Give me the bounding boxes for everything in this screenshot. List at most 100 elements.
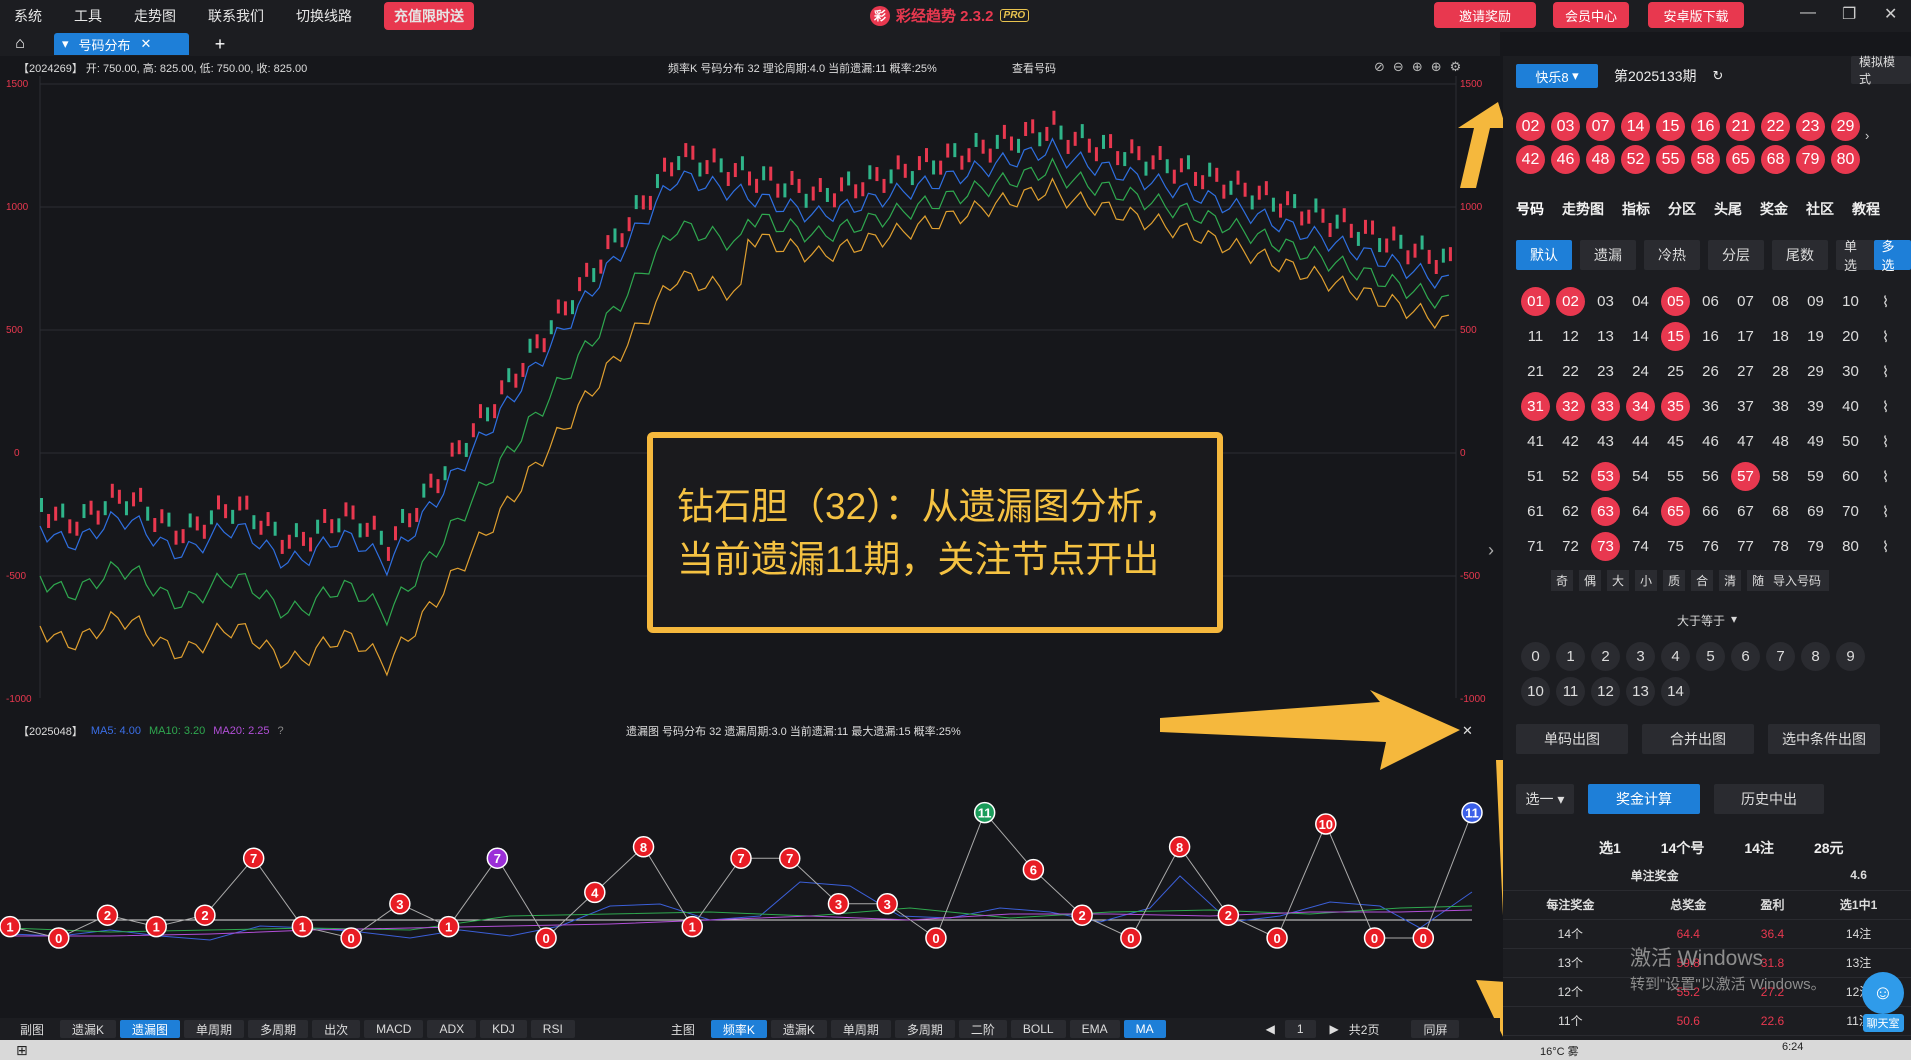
sub-indicator-tab[interactable]: KDJ <box>480 1020 527 1038</box>
sub-indicator-tab[interactable]: RSI <box>530 1020 575 1038</box>
number-ball[interactable]: 26 <box>1696 357 1725 386</box>
count-ball[interactable]: 13 <box>1626 677 1655 706</box>
number-ball[interactable]: 31 <box>1521 392 1550 421</box>
number-ball[interactable]: 36 <box>1696 392 1725 421</box>
multi-select-button[interactable]: 多选 <box>1873 239 1911 273</box>
filter-1[interactable]: 遗漏 <box>1580 240 1636 270</box>
invite-button[interactable]: 邀请奖励 <box>1434 2 1536 28</box>
sub-indicator-tab[interactable]: MACD <box>364 1020 424 1038</box>
help-icon[interactable]: ? <box>278 725 284 737</box>
filter-0[interactable]: 默认 <box>1516 240 1572 270</box>
lottery-select[interactable]: 快乐8 ▾ <box>1516 64 1598 88</box>
select-one-dropdown[interactable]: 选一 ▾ <box>1516 784 1574 814</box>
number-ball[interactable]: 02 <box>1556 287 1585 316</box>
main-indicator-tab[interactable]: 多周期 <box>894 1020 955 1038</box>
count-ball[interactable]: 12 <box>1591 677 1620 706</box>
number-ball[interactable]: 22 <box>1556 357 1585 386</box>
number-ball[interactable]: 78 <box>1766 532 1795 561</box>
sub-indicator-tab[interactable]: 多周期 <box>248 1020 309 1038</box>
quick-select-button[interactable]: 奇 <box>1551 570 1574 591</box>
number-ball[interactable]: 48 <box>1766 427 1795 456</box>
main-indicator-tab[interactable]: 频率K <box>710 1020 767 1038</box>
number-ball[interactable]: 38 <box>1766 392 1795 421</box>
number-ball[interactable]: 20 <box>1836 322 1865 351</box>
count-ball[interactable]: 0 <box>1521 642 1550 671</box>
nav-3[interactable]: 分区 <box>1668 199 1696 219</box>
add-tab-button[interactable]: + <box>207 34 233 55</box>
number-ball[interactable]: 21 <box>1521 357 1550 386</box>
count-ball[interactable]: 3 <box>1626 642 1655 671</box>
nav-6[interactable]: 社区 <box>1806 199 1834 219</box>
number-ball[interactable]: 73 <box>1591 532 1620 561</box>
number-ball[interactable]: 05 <box>1661 287 1690 316</box>
nav-5[interactable]: 奖金 <box>1760 199 1788 219</box>
prize-calc-button[interactable]: 奖金计算 <box>1588 784 1700 814</box>
number-ball[interactable]: 77 <box>1731 532 1760 561</box>
count-ball[interactable]: 10 <box>1521 677 1550 706</box>
number-ball[interactable]: 18 <box>1766 322 1795 351</box>
next-page-icon[interactable]: ▶ <box>1330 1022 1339 1036</box>
sub-indicator-tab[interactable]: 遗漏图 <box>120 1020 181 1038</box>
tab-number-distribution[interactable]: ▾ 号码分布 ✕ <box>54 33 189 55</box>
main-indicator-tab[interactable]: BOLL <box>1010 1020 1066 1038</box>
prev-page-icon[interactable]: ◀ <box>1266 1022 1275 1036</box>
trend-chart-icon[interactable]: ⌇ <box>1871 462 1900 491</box>
refresh-icon[interactable]: ↻ <box>1713 68 1724 84</box>
number-ball[interactable]: 49 <box>1801 427 1830 456</box>
tool-icon-4[interactable]: ⊕ <box>1431 59 1442 75</box>
filter-2[interactable]: 冷热 <box>1644 240 1700 270</box>
number-ball[interactable]: 71 <box>1521 532 1550 561</box>
quick-select-button[interactable]: 大 <box>1607 570 1630 591</box>
close-tab-icon[interactable]: ✕ <box>141 36 152 52</box>
number-ball[interactable]: 76 <box>1696 532 1725 561</box>
tool-icon-3[interactable]: ⊕ <box>1412 59 1423 75</box>
trend-chart-icon[interactable]: ⌇ <box>1871 532 1900 561</box>
settings-icon[interactable]: ⚙ <box>1450 59 1462 75</box>
main-indicator-tab[interactable]: EMA <box>1069 1020 1120 1038</box>
trend-chart-icon[interactable]: ⌇ <box>1871 392 1900 421</box>
number-ball[interactable]: 10 <box>1836 287 1865 316</box>
menu-system[interactable]: 系统 <box>14 6 42 26</box>
number-ball[interactable]: 66 <box>1696 497 1725 526</box>
number-ball[interactable]: 12 <box>1556 322 1585 351</box>
filter-4[interactable]: 尾数 <box>1772 240 1828 270</box>
count-ball[interactable]: 8 <box>1801 642 1830 671</box>
quick-select-button[interactable]: 合 <box>1691 570 1714 591</box>
number-ball[interactable]: 15 <box>1661 322 1690 351</box>
number-ball[interactable]: 58 <box>1766 462 1795 491</box>
nav-7[interactable]: 教程 <box>1852 199 1880 219</box>
member-center-button[interactable]: 会员中心 <box>1553 2 1629 28</box>
number-ball[interactable]: 14 <box>1626 322 1655 351</box>
action-button[interactable]: 合并出图 <box>1642 724 1754 754</box>
number-ball[interactable]: 47 <box>1731 427 1760 456</box>
number-ball[interactable]: 44 <box>1626 427 1655 456</box>
import-numbers-button[interactable]: 导入号码 <box>1765 570 1830 591</box>
chevron-right-icon[interactable]: › <box>1865 128 1869 143</box>
count-ball[interactable]: 5 <box>1696 642 1725 671</box>
number-ball[interactable]: 04 <box>1626 287 1655 316</box>
number-ball[interactable]: 80 <box>1836 532 1865 561</box>
number-ball[interactable]: 11 <box>1521 322 1550 351</box>
number-ball[interactable]: 72 <box>1556 532 1585 561</box>
windows-start-icon[interactable]: ⊞ <box>16 1042 28 1059</box>
quick-select-button[interactable]: 小 <box>1635 570 1658 591</box>
nav-0[interactable]: 号码 <box>1516 199 1544 219</box>
number-ball[interactable]: 37 <box>1731 392 1760 421</box>
number-ball[interactable]: 34 <box>1626 392 1655 421</box>
number-ball[interactable]: 60 <box>1836 462 1865 491</box>
trend-chart-icon[interactable]: ⌇ <box>1871 497 1900 526</box>
number-ball[interactable]: 55 <box>1661 462 1690 491</box>
number-ball[interactable]: 32 <box>1556 392 1585 421</box>
number-ball[interactable]: 68 <box>1766 497 1795 526</box>
trend-chart-icon[interactable]: ⌇ <box>1871 427 1900 456</box>
nav-4[interactable]: 头尾 <box>1714 199 1742 219</box>
single-select-button[interactable]: 单选 <box>1836 239 1874 273</box>
number-ball[interactable]: 43 <box>1591 427 1620 456</box>
number-ball[interactable]: 24 <box>1626 357 1655 386</box>
history-button[interactable]: 历史中出 <box>1714 784 1824 814</box>
count-ball[interactable]: 6 <box>1731 642 1760 671</box>
number-ball[interactable]: 50 <box>1836 427 1865 456</box>
count-ball[interactable]: 1 <box>1556 642 1585 671</box>
tool-icon-1[interactable]: ⊘ <box>1374 59 1385 75</box>
number-ball[interactable]: 01 <box>1521 287 1550 316</box>
